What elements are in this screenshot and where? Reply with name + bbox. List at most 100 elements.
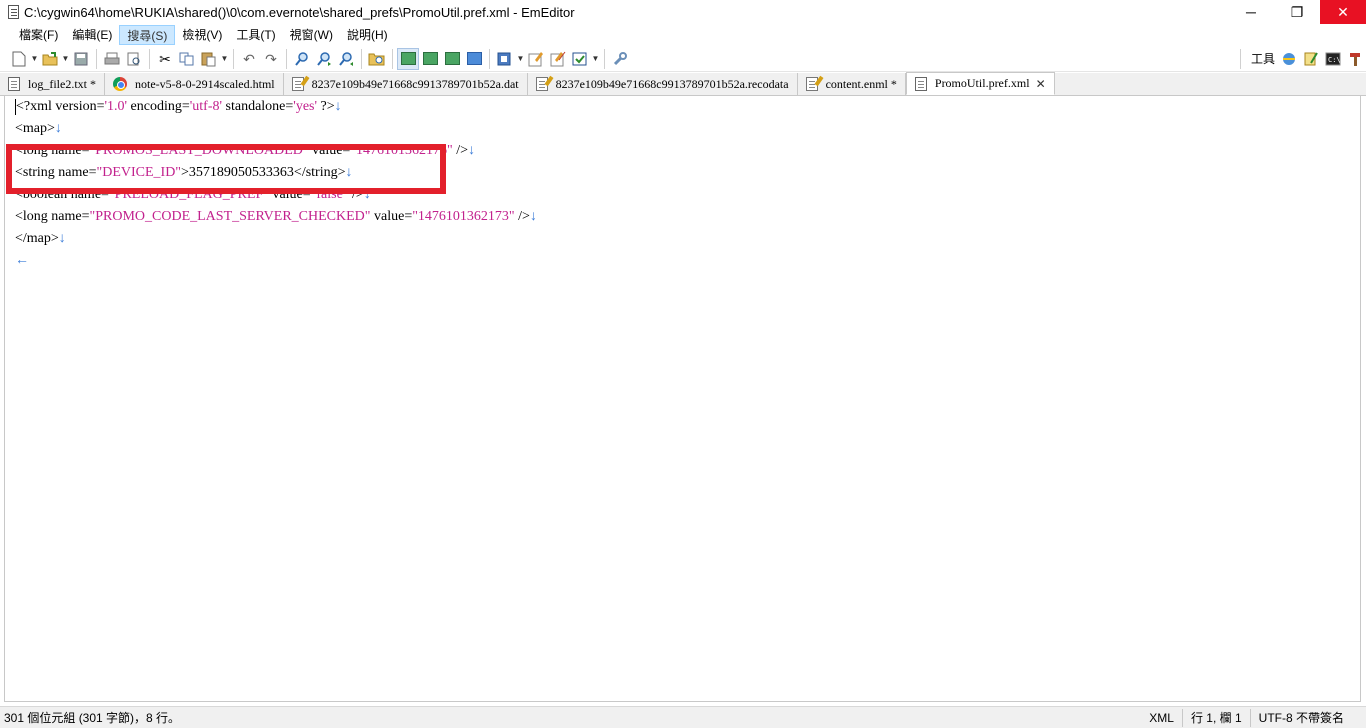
macros-dropdown[interactable]: ▼ bbox=[591, 48, 600, 70]
redo-icon: ↷ bbox=[265, 50, 277, 67]
eof-mark: ← bbox=[15, 253, 29, 268]
menu-edit[interactable]: 編輯(E) bbox=[65, 25, 119, 45]
code-line-3: <long name="PROMOS_LAST_DOWNLOADED" valu… bbox=[15, 141, 537, 163]
macros-button[interactable] bbox=[569, 48, 591, 70]
code-area[interactable]: <?xml version='1.0' encoding='utf-8' sta… bbox=[15, 97, 537, 273]
newline-mark: ↓ bbox=[363, 187, 371, 202]
find-in-files-button[interactable] bbox=[366, 48, 388, 70]
plugin-button[interactable] bbox=[609, 48, 631, 70]
customize-icon bbox=[528, 51, 543, 66]
print-button[interactable] bbox=[101, 48, 123, 70]
tab-log-file2[interactable]: log_file2.txt * bbox=[0, 73, 105, 95]
wrap-none-icon bbox=[400, 52, 416, 65]
customize-button[interactable] bbox=[525, 48, 547, 70]
redo-button[interactable]: ↷ bbox=[260, 48, 282, 70]
menu-view[interactable]: 檢視(V) bbox=[175, 25, 229, 45]
open-file-button[interactable] bbox=[39, 48, 61, 70]
status-position[interactable]: 行 1, 欄 1 bbox=[1181, 708, 1250, 727]
tab-content-enml[interactable]: content.enml * bbox=[797, 73, 906, 95]
find-button[interactable] bbox=[291, 48, 313, 70]
tool-command-prompt-button[interactable]: C:\ bbox=[1322, 48, 1344, 70]
find-icon bbox=[295, 51, 308, 66]
tag-close: /> bbox=[514, 209, 530, 224]
tool-external-button[interactable] bbox=[1344, 48, 1366, 70]
configuration-button[interactable] bbox=[494, 48, 516, 70]
newline-mark: ↓ bbox=[334, 99, 342, 114]
restore-button[interactable]: ❐ bbox=[1274, 0, 1320, 24]
wrap-chars-button[interactable] bbox=[419, 48, 441, 70]
attr-value: "PROMO_CODE_LAST_SERVER_CHECKED" bbox=[89, 209, 371, 224]
print-preview-icon bbox=[127, 52, 140, 65]
print-icon bbox=[104, 52, 120, 64]
tab-label: 8237e109b49e71668c9913789701b52a.dat bbox=[311, 76, 519, 91]
toolbar-separator bbox=[96, 48, 97, 69]
command-prompt-icon: C:\ bbox=[1325, 52, 1341, 65]
find-next-icon bbox=[317, 51, 331, 66]
find-previous-icon bbox=[339, 51, 353, 66]
new-file-icon bbox=[12, 51, 26, 66]
menu-file[interactable]: 檔案(F) bbox=[12, 25, 65, 45]
toolbar-separator bbox=[286, 48, 287, 69]
tab-label: 8237e109b49e71668c9913789701b52a.recodat… bbox=[555, 76, 789, 91]
new-file-dropdown[interactable]: ▼ bbox=[30, 48, 39, 70]
attr-value: "1476101362173" bbox=[412, 209, 515, 224]
menu-search[interactable]: 搜尋(S) bbox=[119, 25, 176, 45]
text-editor[interactable]: <?xml version='1.0' encoding='utf-8' sta… bbox=[4, 96, 1361, 702]
wrap-none-button[interactable] bbox=[397, 47, 419, 70]
wrap-window-icon bbox=[444, 52, 460, 65]
paste-button[interactable] bbox=[198, 48, 220, 70]
toolbar-separator bbox=[392, 48, 393, 69]
tab-label: log_file2.txt * bbox=[28, 76, 96, 91]
copy-button[interactable] bbox=[176, 48, 198, 70]
cut-button[interactable]: ✂ bbox=[154, 48, 176, 70]
tag-close: /> bbox=[348, 187, 364, 202]
status-encoding[interactable]: UTF-8 不帶簽名 bbox=[1249, 708, 1352, 727]
wrap-chars-icon bbox=[422, 52, 438, 65]
save-button[interactable] bbox=[70, 48, 92, 70]
xml-tag: <string name= bbox=[15, 165, 97, 180]
wrench-icon bbox=[613, 51, 627, 65]
attr-name: encoding= bbox=[127, 99, 190, 114]
emeditor-app-icon[interactable] bbox=[6, 4, 22, 20]
tab-dat-file[interactable]: 8237e109b49e71668c9913789701b52a.dat bbox=[283, 73, 528, 95]
tab-label: note-v5-8-0-2914scaled.html bbox=[135, 76, 275, 91]
tool-notepad-button[interactable] bbox=[1300, 48, 1322, 70]
tab-note-html[interactable]: note-v5-8-0-2914scaled.html bbox=[105, 73, 284, 95]
wrap-page-button[interactable] bbox=[463, 48, 485, 70]
macro-check-icon bbox=[572, 52, 587, 65]
toolbar-separator bbox=[604, 48, 605, 69]
paste-dropdown[interactable]: ▼ bbox=[220, 48, 229, 70]
edit-document-icon bbox=[805, 77, 818, 91]
properties-button[interactable] bbox=[547, 48, 569, 70]
menu-help[interactable]: 說明(H) bbox=[340, 25, 395, 45]
menu-window[interactable]: 視窗(W) bbox=[283, 25, 340, 45]
tag-close: /> bbox=[452, 143, 469, 158]
tab-label: content.enml * bbox=[825, 76, 897, 91]
find-in-files-icon bbox=[368, 53, 385, 65]
toolbar-separator bbox=[233, 48, 234, 69]
tab-recodata-file[interactable]: 8237e109b49e71668c9913789701b52a.recodat… bbox=[527, 73, 798, 95]
status-syntax[interactable]: XML bbox=[1141, 709, 1182, 727]
tool-browser-button[interactable] bbox=[1278, 48, 1300, 70]
find-previous-button[interactable] bbox=[335, 48, 357, 70]
document-tab-bar: log_file2.txt * note-v5-8-0-2914scaled.h… bbox=[0, 72, 1366, 96]
minimize-button[interactable]: ─ bbox=[1228, 0, 1274, 24]
print-preview-button[interactable] bbox=[123, 48, 145, 70]
xml-tag: <long name= bbox=[15, 209, 90, 224]
wrap-window-button[interactable] bbox=[441, 48, 463, 70]
undo-button[interactable]: ↶ bbox=[238, 48, 260, 70]
resize-grip[interactable] bbox=[1352, 709, 1366, 727]
find-next-button[interactable] bbox=[313, 48, 335, 70]
browser-icon bbox=[1283, 52, 1295, 65]
tab-label: PromoUtil.pref.xml bbox=[934, 76, 1030, 90]
configuration-dropdown[interactable]: ▼ bbox=[516, 48, 525, 70]
tab-promoutil-pref[interactable]: PromoUtil.pref.xml ✕ bbox=[905, 72, 1055, 95]
chrome-icon bbox=[113, 77, 127, 91]
menu-tools[interactable]: 工具(T) bbox=[229, 25, 282, 45]
properties-icon bbox=[550, 51, 566, 66]
attr-value: "PRELOAD_FLAG_PREF" bbox=[108, 187, 269, 202]
new-file-button[interactable] bbox=[8, 48, 30, 70]
close-button[interactable]: ✕ bbox=[1320, 0, 1366, 24]
open-file-dropdown[interactable]: ▼ bbox=[61, 48, 70, 70]
tab-close-icon[interactable]: ✕ bbox=[1036, 77, 1046, 91]
